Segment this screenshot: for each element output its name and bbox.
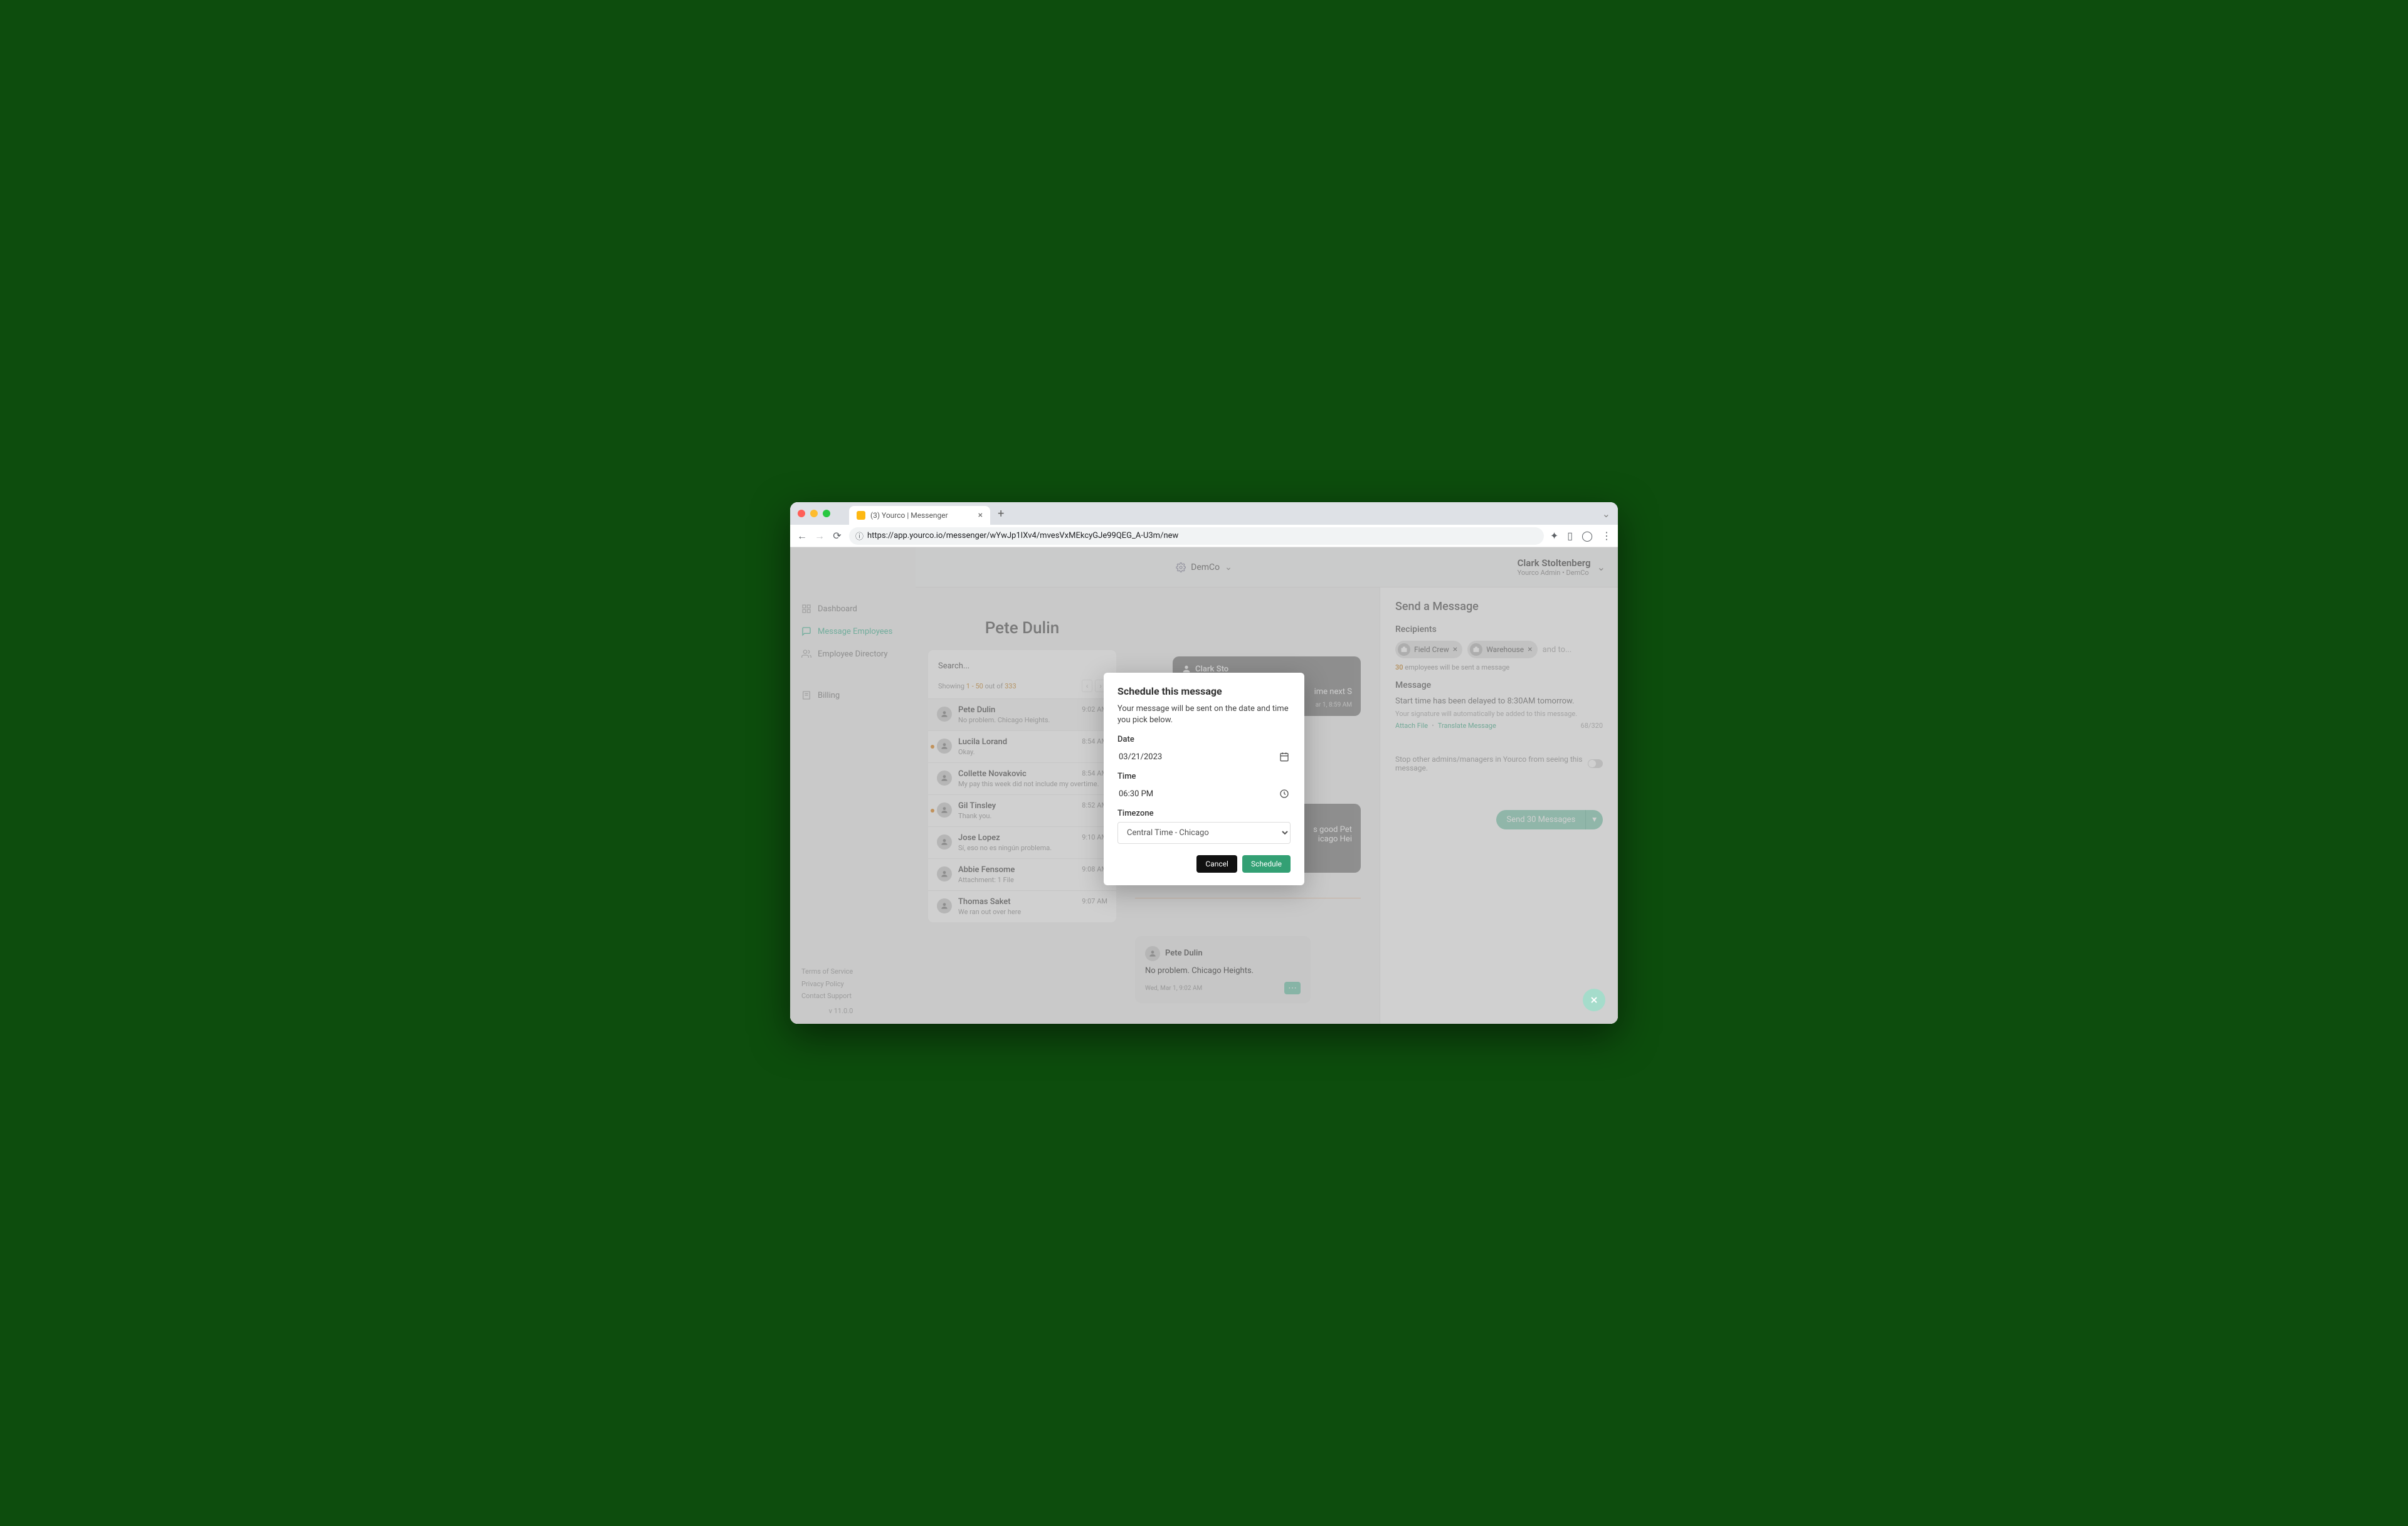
site-info-icon[interactable]: ⓘ [855, 530, 863, 542]
schedule-modal: Schedule this message Your message will … [1104, 673, 1304, 885]
tab-title: (3) Yourco | Messenger [870, 511, 948, 520]
address-bar[interactable]: ⓘ https://app.yourco.io/messenger/wYwJp1… [849, 527, 1544, 545]
date-field[interactable]: 03/21/2023 [1117, 748, 1291, 766]
time-value: 06:30 PM [1119, 789, 1153, 799]
back-icon[interactable]: ← [796, 530, 808, 542]
browser-window: (3) Yourco | Messenger × + ⌄ ← → ⟳ ⓘ htt… [790, 502, 1618, 1024]
modal-actions: Cancel Schedule [1117, 855, 1291, 873]
url-text: https://app.yourco.io/messenger/wYwJp1IX… [867, 531, 1178, 540]
calendar-icon[interactable] [1279, 752, 1289, 762]
modal-subtitle: Your message will be sent on the date an… [1117, 703, 1291, 726]
extension-area: ✦ ▯ ◯ ⋮ [1550, 530, 1612, 542]
profile-icon[interactable]: ◯ [1582, 530, 1593, 542]
extensions-icon[interactable]: ✦ [1550, 530, 1558, 542]
favicon-icon [857, 511, 865, 520]
close-compose-button[interactable] [1583, 989, 1605, 1011]
date-label: Date [1117, 735, 1291, 744]
maximize-window-icon[interactable] [823, 510, 830, 517]
close-window-icon[interactable] [798, 510, 805, 517]
browser-tab[interactable]: (3) Yourco | Messenger × [849, 506, 990, 525]
reload-icon[interactable]: ⟳ [832, 530, 843, 542]
time-field[interactable]: 06:30 PM [1117, 785, 1291, 802]
browser-menu-icon[interactable]: ⋮ [1602, 530, 1612, 542]
modal-title: Schedule this message [1117, 685, 1291, 697]
new-tab-button[interactable]: + [998, 507, 1004, 520]
timezone-label: Timezone [1117, 809, 1291, 818]
browser-toolbar: ← → ⟳ ⓘ https://app.yourco.io/messenger/… [790, 525, 1618, 547]
schedule-button[interactable]: Schedule [1242, 855, 1291, 873]
date-value: 03/21/2023 [1119, 752, 1162, 762]
panel-icon[interactable]: ▯ [1567, 530, 1573, 542]
browser-tab-strip: (3) Yourco | Messenger × + ⌄ [790, 502, 1618, 525]
tab-overflow-icon[interactable]: ⌄ [1602, 508, 1610, 520]
minimize-window-icon[interactable] [810, 510, 818, 517]
window-controls [798, 510, 830, 517]
timezone-select[interactable]: Central Time - Chicago [1117, 822, 1291, 844]
clock-icon[interactable] [1279, 789, 1289, 799]
forward-icon[interactable]: → [814, 530, 825, 542]
time-label: Time [1117, 772, 1291, 781]
app-root: YOUR⦿CO DemCo ⌄ Clark Stoltenberg Yourco… [790, 547, 1618, 1024]
close-tab-icon[interactable]: × [978, 510, 983, 520]
cancel-button[interactable]: Cancel [1196, 855, 1237, 873]
